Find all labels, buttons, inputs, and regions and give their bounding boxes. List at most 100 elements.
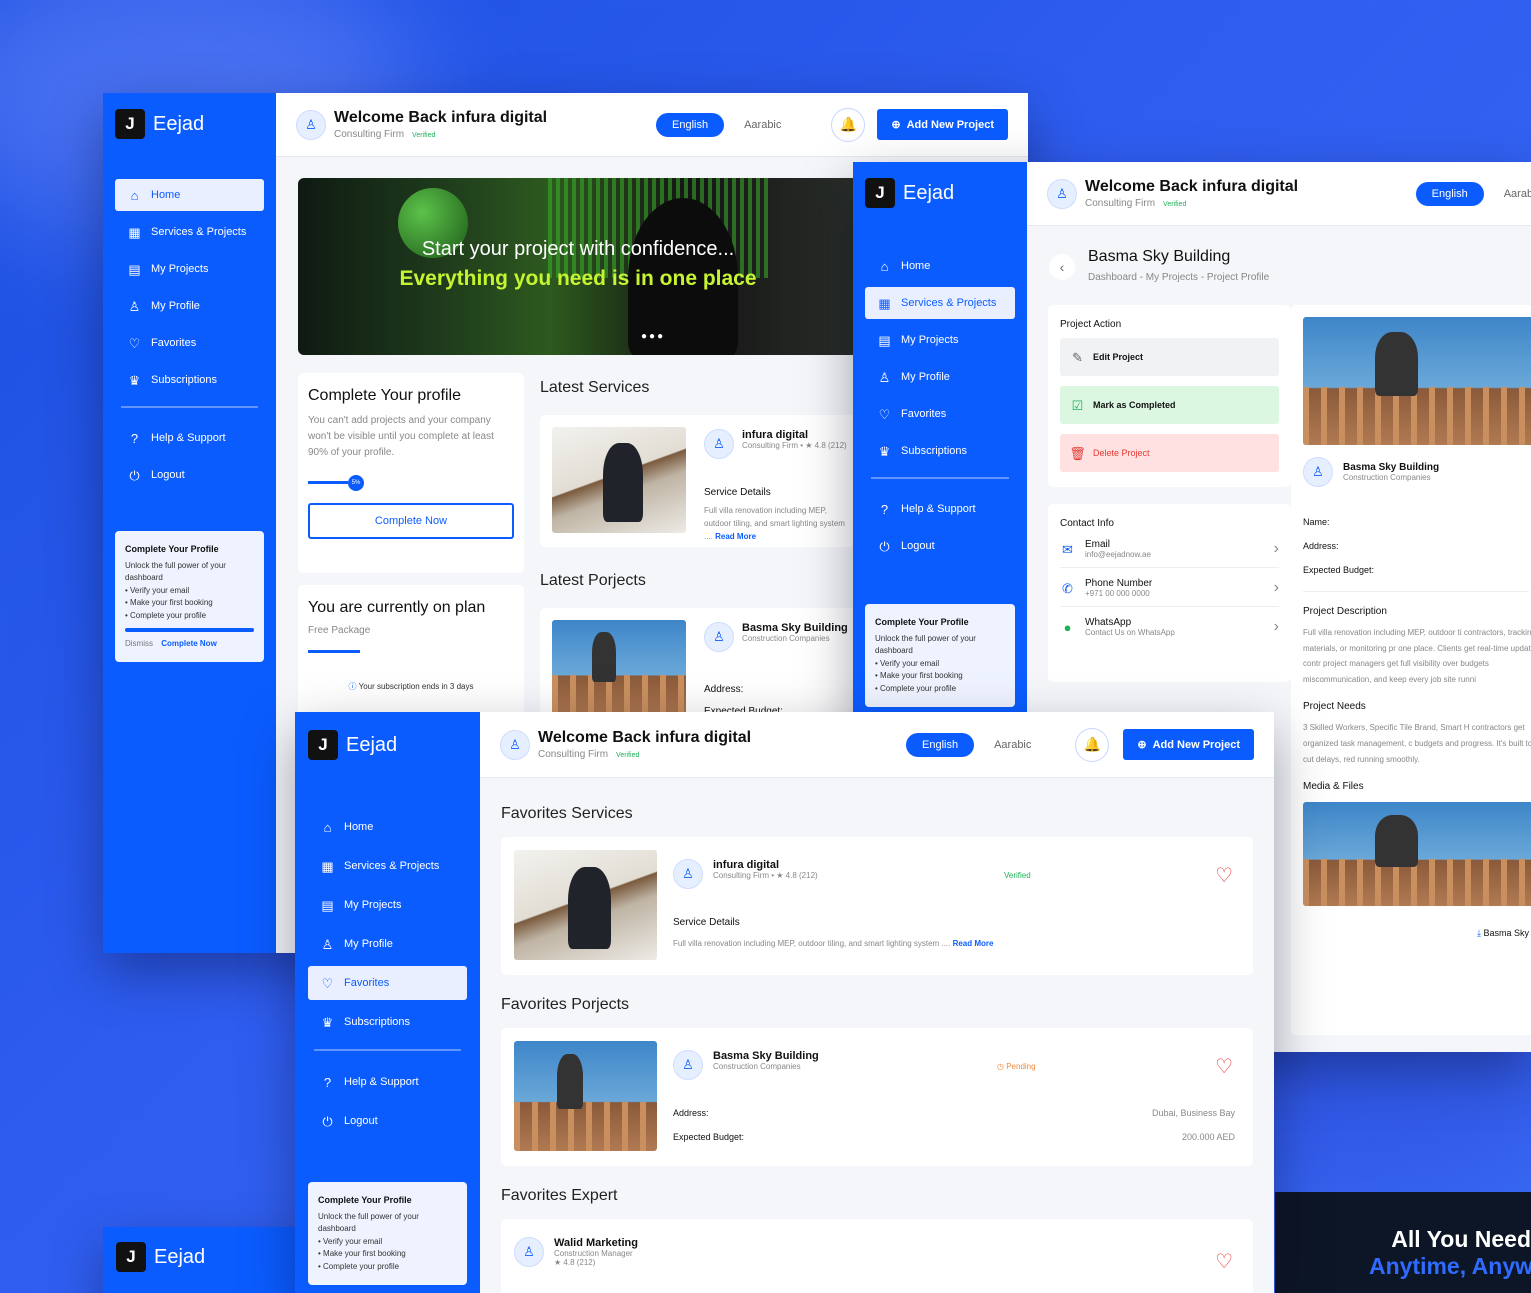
lang-english[interactable]: English (656, 112, 725, 137)
nav-label: Logout (344, 1115, 378, 1127)
lang-arabic[interactable]: Aarabic (734, 113, 791, 137)
nav-my-profile[interactable]: ♙ My Profile (115, 290, 264, 322)
nav-my-profile[interactable]: ♙ My Profile (865, 361, 1015, 393)
logout-icon: ⏻ (129, 467, 140, 483)
nav-favorites[interactable]: ♡ Favorites (865, 398, 1015, 430)
latest-services-heading: Latest Services (540, 379, 650, 396)
nav-favorites[interactable]: ♡ Favorites (308, 966, 467, 1000)
brand-logo[interactable]: J Eejad (865, 178, 1015, 208)
user-avatar[interactable]: ♙ (1047, 178, 1077, 209)
nav-label: Services & Projects (901, 297, 997, 309)
carousel-dots[interactable]: ●●● (641, 331, 665, 342)
back-icon[interactable]: ‹ (1049, 254, 1075, 280)
promo-title: Complete Your Profile (125, 544, 219, 554)
user-role: Consulting Firm (538, 749, 609, 760)
email-label: Email (1085, 539, 1111, 550)
add-project-label: Add New Project (1152, 738, 1240, 751)
notification-bell-icon[interactable]: 🔔 (1075, 727, 1110, 762)
project-card[interactable]: ♙ Basma Sky Building Construction Compani… (540, 608, 860, 728)
favorite-service-card[interactable]: ♙ infura digital Consulting Firm • ★ 4.8 … (501, 837, 1253, 975)
favorite-heart-icon[interactable]: ♡ (1215, 863, 1233, 888)
brand-name: Eejad (154, 1245, 206, 1268)
lang-english[interactable]: English (1415, 181, 1484, 206)
nav-divider (121, 406, 258, 408)
plan-progress (308, 650, 360, 653)
dismiss-link[interactable]: Dismiss (125, 639, 153, 648)
favorite-expert-card[interactable]: ♙ Walid Marketing Construction Manager ★ 4… (501, 1219, 1253, 1293)
project-meta: Construction Companies (742, 634, 830, 643)
lang-arabic[interactable]: Aarabic (984, 733, 1041, 757)
mail-icon: ✉ (1062, 541, 1073, 557)
read-more-link[interactable]: Read More (953, 939, 994, 948)
user-avatar[interactable]: ♙ (500, 729, 530, 760)
brand-logo[interactable]: J Eejad (308, 730, 467, 760)
favorite-heart-icon[interactable]: ♡ (1215, 1249, 1233, 1274)
user-avatar[interactable]: ♙ (296, 109, 326, 140)
nav-favorites[interactable]: ♡ Favorites (115, 327, 264, 359)
file-download[interactable]: ⤓ Basma Sky (1303, 928, 1529, 939)
delete-project-button[interactable]: 🗑 Delete Project (1060, 434, 1279, 472)
nav-label: Services & Projects (344, 860, 440, 872)
notification-bell-icon[interactable]: 🔔 (831, 107, 866, 142)
nav-my-projects[interactable]: ▤ My Projects (308, 888, 467, 922)
description-text: Full villa renovation including MEP, out… (1303, 628, 1531, 684)
nav-label: Subscriptions (901, 445, 968, 457)
complete-now-link[interactable]: Complete Now (161, 639, 217, 648)
nav-logout[interactable]: ⏻ Logout (308, 1104, 467, 1138)
phone-row[interactable]: ✆ Phone Number +971 00 000 0000 › (1060, 578, 1279, 607)
nav-my-projects[interactable]: ▤ My Projects (115, 253, 264, 285)
nav-subscriptions[interactable]: ♛ Subscriptions (115, 364, 264, 396)
download-icon: ⤓ (1476, 928, 1481, 939)
mark-completed-label: Mark as Completed (1093, 400, 1176, 410)
favorite-project-card[interactable]: ♙ Basma Sky Building Construction Compani… (501, 1028, 1253, 1166)
edit-project-button[interactable]: ✎ Edit Project (1060, 338, 1279, 376)
plus-circle-icon: ⊕ (891, 119, 901, 131)
nav-logout[interactable]: ⏻ Logout (865, 530, 1015, 562)
nav-home[interactable]: ⌂ Home (115, 179, 264, 211)
provider-name: infura digital (713, 859, 779, 871)
brand-logo[interactable]: J Eejad (103, 1227, 303, 1287)
nav-subscriptions[interactable]: ♛ Subscriptions (308, 1005, 467, 1039)
media-photo[interactable] (1303, 802, 1531, 907)
budget-value: 200.000 AED (1181, 1132, 1235, 1142)
user-icon: ♙ (128, 298, 141, 314)
whatsapp-icon: ● (1063, 619, 1072, 635)
provider-meta: Consulting Firm • ★ 4.8 (212) (713, 871, 818, 880)
crown-icon: ♛ (128, 372, 141, 388)
nav-help[interactable]: ? Help & Support (308, 1065, 467, 1099)
service-card[interactable]: ♙ infura digital Consulting Firm • ★ 4.8 … (540, 415, 860, 547)
nav-home[interactable]: ⌂ Home (308, 810, 467, 844)
favorite-heart-icon[interactable]: ♡ (1215, 1054, 1233, 1079)
nav-my-projects[interactable]: ▤ My Projects (865, 324, 1015, 356)
nav-help[interactable]: ? Help & Support (115, 422, 264, 454)
service-text: Full villa renovation including MEP, out… (673, 939, 993, 948)
lang-english[interactable]: English (906, 732, 975, 757)
brand-logo[interactable]: J Eejad (115, 109, 264, 139)
email-row[interactable]: ✉ Email info@eejadnow.ae › (1060, 539, 1279, 568)
provider-avatar: ♙ (704, 429, 734, 459)
heart-icon: ♡ (878, 406, 891, 422)
nav-services[interactable]: ▦ Services & Projects (865, 287, 1015, 319)
whatsapp-row[interactable]: ● WhatsApp Contact Us on WhatsApp › (1060, 617, 1279, 637)
read-more-link[interactable]: Read More (715, 532, 756, 541)
nav-services[interactable]: ▦ Services & Projects (115, 216, 264, 248)
add-project-button[interactable]: ⊕ Add New Project (1123, 729, 1254, 760)
nav-logout[interactable]: ⏻ Logout (115, 459, 264, 491)
favorites-projects-heading: Favorites Porjects (501, 996, 630, 1013)
company-name: Basma Sky Building (1343, 462, 1440, 473)
nav-subscriptions[interactable]: ♛ Subscriptions (865, 435, 1015, 467)
expert-name: Walid Marketing (554, 1237, 638, 1249)
mark-completed-button[interactable]: ☑ Mark as Completed (1060, 386, 1279, 424)
topbar: ♙ Welcome Back infura digital Consulting… (480, 712, 1274, 778)
needs-text: 3 Skilled Workers, Specific Tile Brand, … (1303, 723, 1531, 764)
heart-icon: ♡ (321, 975, 334, 991)
nav-help[interactable]: ? Help & Support (865, 493, 1015, 525)
lang-arabic[interactable]: Aarabic (1494, 182, 1531, 206)
nav-home[interactable]: ⌂ Home (865, 250, 1015, 282)
budget-row: Expected Budget: 200.000 AED (673, 1132, 1235, 1142)
nav-services[interactable]: ▦ Services & Projects (308, 849, 467, 883)
add-project-button[interactable]: ⊕ Add New Project (877, 109, 1008, 140)
nav-my-profile[interactable]: ♙ My Profile (308, 927, 467, 961)
complete-now-button[interactable]: Complete Now (308, 503, 514, 539)
email-value: info@eejadnow.ae (1085, 550, 1151, 559)
